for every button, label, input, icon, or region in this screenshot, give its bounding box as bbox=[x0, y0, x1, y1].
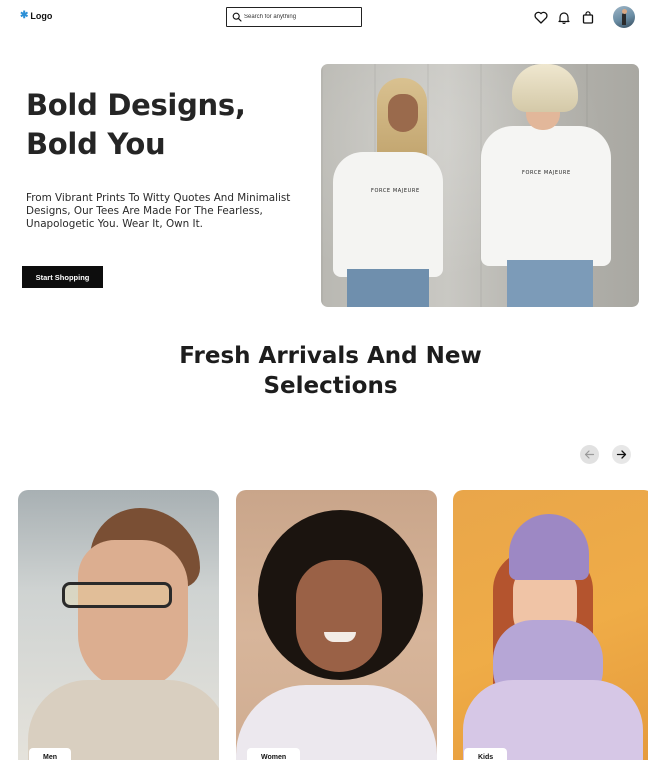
model-1-face bbox=[388, 94, 418, 132]
model-1-tshirt bbox=[333, 152, 443, 277]
start-shopping-button[interactable]: Start Shopping bbox=[22, 266, 103, 288]
model-2-hair bbox=[512, 64, 578, 112]
arrow-left-icon bbox=[584, 450, 595, 459]
men-photo-face bbox=[78, 540, 188, 690]
hero-title: Bold Designs, Bold You bbox=[26, 86, 246, 164]
model-2-tshirt bbox=[481, 126, 611, 266]
section-title: Fresh Arrivals And New Selections bbox=[0, 341, 648, 401]
hero-image: FORCE MAJEURE FORCE MAJEURE bbox=[321, 64, 639, 307]
arrow-right-icon bbox=[616, 450, 627, 459]
kids-photo-beanie bbox=[509, 514, 589, 580]
search-bar[interactable] bbox=[226, 7, 362, 27]
model-1-jeans bbox=[347, 269, 429, 307]
section-title-line-2: Selections bbox=[263, 373, 398, 399]
hero-title-line-2: Bold You bbox=[26, 127, 166, 161]
carousel-next-button[interactable] bbox=[612, 445, 631, 464]
women-photo-smile bbox=[324, 632, 356, 642]
category-label-kids[interactable]: Kids bbox=[464, 748, 508, 760]
logo-star-icon: ✱ bbox=[20, 10, 29, 21]
women-photo-face bbox=[296, 560, 382, 672]
avatar-figure bbox=[621, 9, 627, 25]
model-2-shirt-print: FORCE MAJEURE bbox=[522, 170, 571, 176]
bell-icon[interactable] bbox=[556, 9, 572, 25]
hero-subtitle: From Vibrant Prints To Witty Quotes And … bbox=[26, 192, 291, 230]
category-card-kids[interactable]: Kids bbox=[453, 490, 648, 760]
category-card-women[interactable]: Women bbox=[236, 490, 437, 760]
logo[interactable]: ✱ Logo bbox=[20, 10, 53, 22]
search-input[interactable] bbox=[244, 14, 361, 20]
heart-icon[interactable] bbox=[533, 9, 549, 25]
model-1-shirt-print: FORCE MAJEURE bbox=[371, 188, 420, 194]
men-photo-glasses bbox=[62, 582, 172, 608]
shopping-bag-icon[interactable] bbox=[580, 9, 596, 25]
model-2-jeans bbox=[507, 260, 593, 307]
hero-title-line-1: Bold Designs, bbox=[26, 88, 246, 122]
logo-text: Logo bbox=[30, 11, 53, 21]
category-card-men[interactable]: Men bbox=[18, 490, 219, 760]
section-title-line-1: Fresh Arrivals And New bbox=[179, 343, 482, 369]
carousel-prev-button[interactable] bbox=[580, 445, 599, 464]
user-avatar[interactable] bbox=[613, 6, 635, 28]
category-label-women[interactable]: Women bbox=[247, 748, 301, 760]
search-icon bbox=[232, 12, 242, 22]
category-label-men[interactable]: Men bbox=[29, 748, 71, 760]
